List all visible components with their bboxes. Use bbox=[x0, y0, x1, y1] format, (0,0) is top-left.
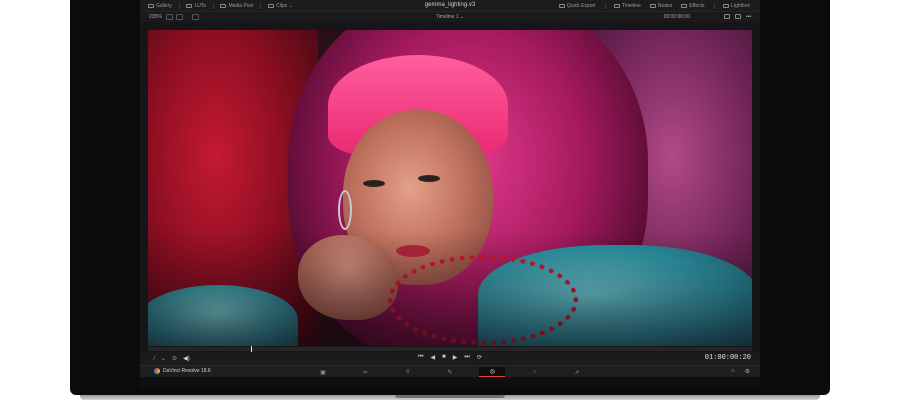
tab-fairlight[interactable]: ♪ bbox=[522, 367, 548, 377]
pagebar-right-icons: ⌂ ⚙ bbox=[731, 368, 750, 375]
luts-icon bbox=[186, 3, 193, 8]
earring bbox=[338, 190, 352, 230]
top-toolbar: Gallery LUTs Media Pool Clips ⌄ gemma_li… bbox=[140, 0, 760, 11]
settings-icon[interactable]: ⚙ bbox=[745, 368, 750, 375]
tab-edit[interactable]: ≡ bbox=[395, 367, 421, 377]
toolbar-quick-export-label: Quick Export bbox=[566, 2, 596, 9]
brand: DaVinci Resolve 18.6 bbox=[154, 368, 211, 374]
viewer-header: 235% Timeline 1 ⌄ 00:00:00:00 ••• bbox=[140, 11, 760, 22]
app-screen: Gallery LUTs Media Pool Clips ⌄ gemma_li… bbox=[140, 0, 760, 388]
highlight-icon[interactable] bbox=[735, 14, 741, 19]
more-icon[interactable]: ••• bbox=[746, 14, 752, 20]
color-page-icon: ◎ bbox=[489, 369, 495, 375]
tab-deliver[interactable]: ➚ bbox=[564, 367, 590, 377]
stop-button[interactable]: ■ bbox=[442, 354, 446, 361]
toolbar-timeline-label: Timeline bbox=[622, 2, 641, 9]
toolbar-clips[interactable]: Clips ⌄ bbox=[268, 3, 293, 9]
toolbar-gallery-label: Gallery bbox=[156, 2, 172, 9]
toolbar-luts[interactable]: LUTs bbox=[186, 2, 206, 9]
toolbar-effects[interactable]: Effects bbox=[681, 2, 705, 9]
lightbox-icon bbox=[723, 3, 730, 8]
toolbar-divider bbox=[178, 2, 180, 9]
edit-page-icon: ≡ bbox=[405, 369, 410, 375]
timeline-name: Timeline 1 bbox=[435, 14, 459, 20]
davinci-logo-icon bbox=[154, 368, 160, 374]
tab-color[interactable]: ◎ bbox=[479, 367, 506, 377]
media-pool-icon bbox=[220, 3, 227, 8]
chevron-down-icon: ⌄ bbox=[289, 2, 294, 9]
export-icon bbox=[558, 3, 565, 8]
toolbar-media-pool-label: Media Pool bbox=[228, 2, 254, 9]
toolbar-effects-label: Effects bbox=[689, 2, 705, 9]
media-page-icon: ▣ bbox=[320, 369, 326, 376]
page: Gallery LUTs Media Pool Clips ⌄ gemma_li… bbox=[0, 0, 900, 400]
effects-icon bbox=[681, 3, 688, 8]
toolbar-divider bbox=[212, 2, 214, 9]
screen-bottom-edge bbox=[140, 377, 760, 388]
record-timecode: 01:00:00:20 bbox=[704, 354, 751, 362]
toolbar-nodes[interactable]: Nodes bbox=[649, 2, 673, 9]
viewer-header-icons: ••• bbox=[724, 14, 752, 20]
toolbar-clips-label: Clips bbox=[276, 2, 288, 9]
loop-button[interactable]: ⟳ bbox=[477, 354, 482, 361]
right-eye bbox=[418, 175, 440, 182]
toolbar-divider bbox=[260, 2, 262, 9]
shadow-gradient bbox=[148, 230, 752, 346]
tab-fusion[interactable]: ✎ bbox=[437, 367, 463, 377]
page-navigation-bar: DaVinci Resolve 18.6 ▣ ✂ ≡ ✎ ◎ ♪ ➚ ⌂ ⚙ bbox=[140, 365, 760, 377]
nodes-icon bbox=[649, 3, 656, 8]
chevron-down-icon: ⌄ bbox=[460, 14, 465, 20]
go-to-end-button[interactable]: ⏭ bbox=[464, 354, 469, 361]
tab-cut[interactable]: ✂ bbox=[352, 367, 378, 377]
clips-icon bbox=[268, 3, 275, 8]
laptop-hinge-notch bbox=[395, 395, 505, 398]
viewer-frame[interactable] bbox=[148, 30, 752, 346]
toolbar-lightbox-label: Lightbox bbox=[731, 2, 750, 9]
scrub-bar[interactable] bbox=[148, 347, 752, 351]
play-reverse-button[interactable]: ◀ bbox=[431, 354, 436, 361]
brand-label: DaVinci Resolve 18.6 bbox=[163, 368, 211, 374]
playback-controls: ⏮ ◀ ■ ▶ ⏭ ⟳ bbox=[140, 354, 760, 361]
gallery-icon bbox=[148, 3, 154, 8]
fairlight-page-icon: ♪ bbox=[533, 369, 537, 375]
left-eye bbox=[363, 180, 385, 187]
fusion-page-icon: ✎ bbox=[447, 369, 453, 376]
toolbar-quick-export[interactable]: Quick Export bbox=[558, 2, 596, 9]
timeline-icon bbox=[614, 3, 621, 8]
toolbar-divider bbox=[604, 2, 606, 9]
home-icon[interactable]: ⌂ bbox=[731, 368, 735, 375]
transport-bar: ⁄ ⌄ ⊘ ◀) ⏮ ◀ ■ ▶ ⏭ ⟳ 01:00:00:20 bbox=[140, 352, 760, 365]
source-timecode: 00:00:00:00 bbox=[663, 14, 690, 20]
monitor-icon[interactable] bbox=[724, 14, 730, 19]
toolbar-lightbox[interactable]: Lightbox bbox=[723, 3, 750, 9]
toolbar-media-pool[interactable]: Media Pool bbox=[220, 3, 253, 9]
tab-media[interactable]: ▣ bbox=[310, 367, 336, 377]
go-to-start-button[interactable]: ⏮ bbox=[418, 354, 423, 361]
toolbar-nodes-label: Nodes bbox=[657, 2, 673, 9]
play-button[interactable]: ▶ bbox=[453, 354, 458, 361]
deliver-page-icon: ➚ bbox=[574, 369, 580, 376]
toolbar-left-group: Gallery LUTs Media Pool Clips ⌄ bbox=[140, 2, 293, 9]
cut-page-icon: ✂ bbox=[362, 369, 368, 376]
toolbar-luts-label: LUTs bbox=[194, 2, 206, 9]
toolbar-gallery[interactable]: Gallery bbox=[148, 3, 172, 9]
toolbar-divider bbox=[713, 2, 715, 9]
toolbar-right-group: Quick Export Timeline Nodes Effects Ligh… bbox=[558, 0, 750, 11]
toolbar-timeline[interactable]: Timeline bbox=[614, 3, 641, 9]
